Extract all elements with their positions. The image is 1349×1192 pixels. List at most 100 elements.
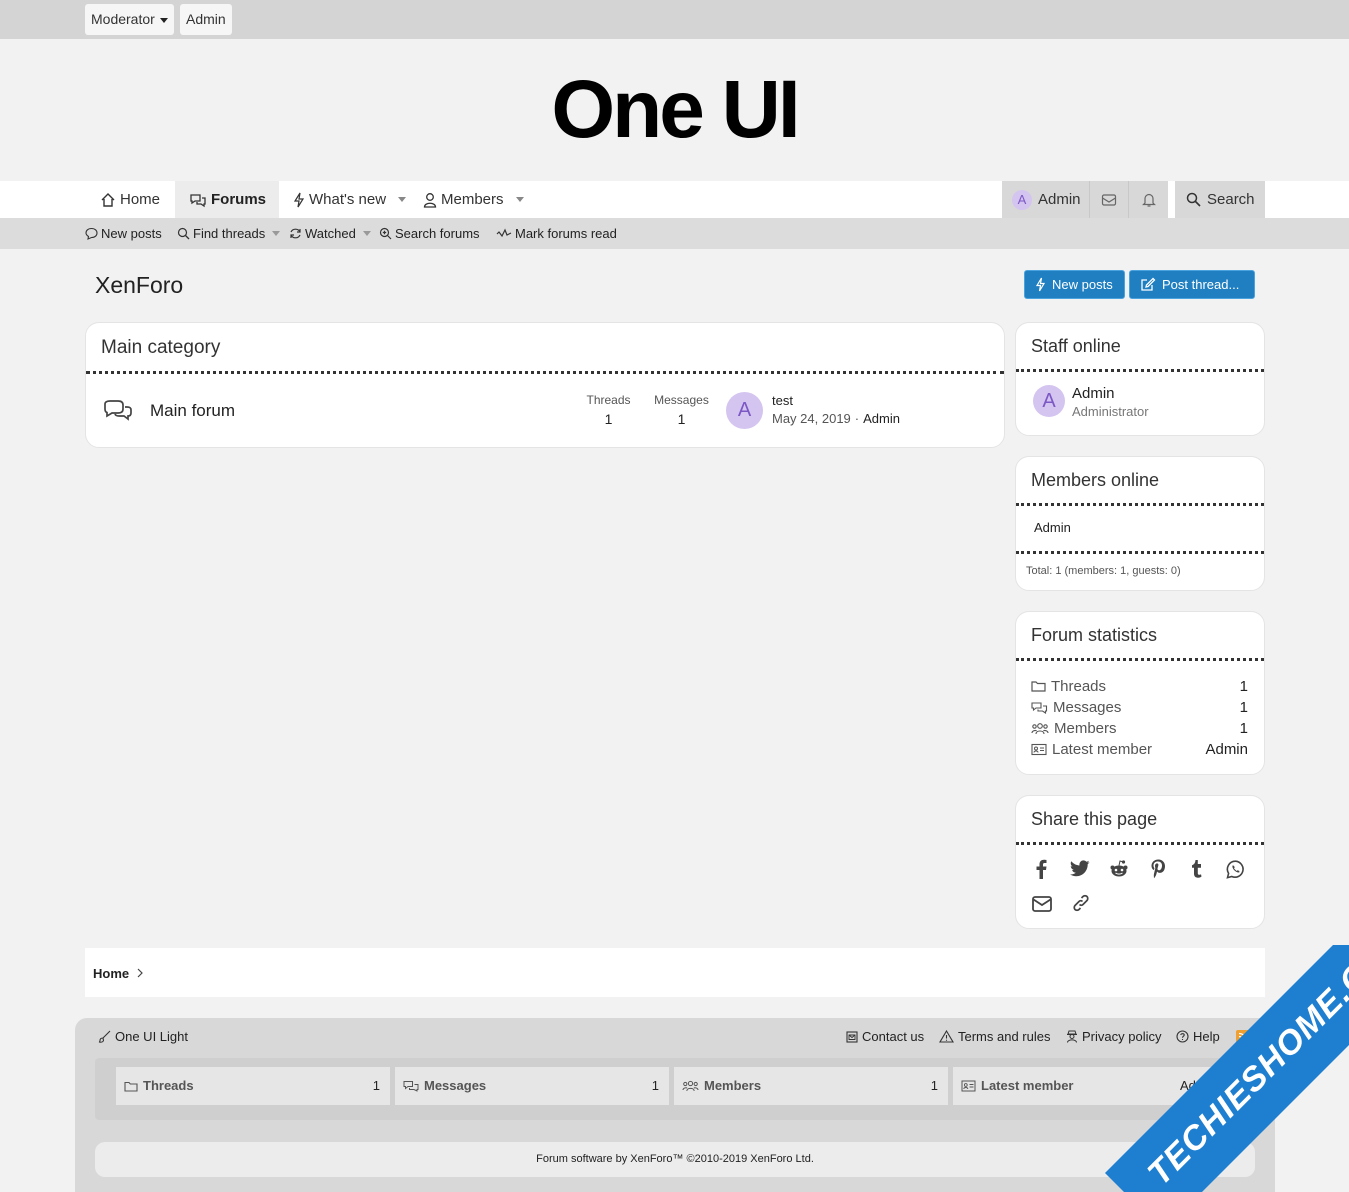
check-wave-icon <box>496 228 512 238</box>
footer-stat-label: Threads <box>143 1078 194 1093</box>
nav-whats-new[interactable]: What's new <box>293 181 407 218</box>
nav-home-label: Home <box>120 191 161 208</box>
stat-label: Threads <box>1051 677 1107 695</box>
home-icon <box>101 192 115 207</box>
folder-icon <box>124 1081 138 1092</box>
nav-members-label: Members <box>441 191 504 208</box>
alerts-button[interactable] <box>1128 181 1168 218</box>
chevron-down-icon[interactable] <box>362 231 371 236</box>
nav-members[interactable]: Members <box>423 181 524 218</box>
category-card: Main category Main forum Threads 1 Messa… <box>85 322 1005 448</box>
footer-stat-label: Messages <box>424 1078 487 1093</box>
post-thread-button[interactable]: Post thread... <box>1129 270 1255 299</box>
divider <box>1016 503 1264 506</box>
footer-stat-messages: Messages 1 <box>395 1067 669 1105</box>
main-nav: Home Forums What's new Members A Admin S… <box>0 181 1349 218</box>
subnav-search-forums[interactable]: Search forums <box>379 218 480 249</box>
account-button[interactable]: A Admin <box>1002 181 1089 218</box>
tumblr-icon[interactable] <box>1190 859 1204 879</box>
divider <box>1016 842 1264 845</box>
stat-label: Members <box>1054 719 1117 737</box>
footer-privacy-link[interactable]: Privacy policy <box>1066 1029 1161 1044</box>
stat-threads: Threads 1 <box>1031 676 1248 696</box>
stat-latest-member: Latest member Admin <box>1031 739 1248 759</box>
users-icon <box>1031 722 1049 734</box>
threads-stat-label: Threads <box>586 393 631 407</box>
avatar[interactable]: A <box>1033 385 1065 417</box>
sub-nav: New posts Find threads Watched Search fo… <box>0 218 1349 249</box>
paint-brush-icon <box>98 1030 111 1043</box>
messages-stat-value: 1 <box>677 411 686 427</box>
latest-member-link[interactable]: Admin <box>1205 741 1248 758</box>
last-post-date[interactable]: May 24, 2019 <box>772 411 851 426</box>
forum-statistics-widget: Forum statistics Threads 1 Messages 1 Me… <box>1015 611 1265 775</box>
pinterest-icon[interactable] <box>1150 859 1166 879</box>
comment-icon <box>85 227 98 240</box>
bell-icon <box>1141 193 1156 207</box>
moderator-label: Moderator <box>91 11 155 27</box>
online-total: Total: 1 (members: 1, guests: 0) <box>1026 565 1181 577</box>
bolt-icon <box>1035 277 1046 292</box>
whatsapp-icon[interactable] <box>1226 860 1245 879</box>
nav-home[interactable]: Home <box>100 181 170 218</box>
footer-terms-link[interactable]: Terms and rules <box>939 1029 1050 1044</box>
online-user-link[interactable]: Admin <box>1034 520 1071 535</box>
inbox-button[interactable] <box>1089 181 1128 218</box>
question-circle-icon <box>1176 1030 1189 1043</box>
nav-forums[interactable]: Forums <box>175 181 279 218</box>
chevron-down-icon <box>159 17 168 23</box>
footer-privacy-label: Privacy policy <box>1082 1029 1162 1044</box>
site-logo[interactable]: One UI <box>0 39 1349 181</box>
divider <box>86 371 1004 374</box>
subnav-new-posts[interactable]: New posts <box>85 218 162 249</box>
chevron-down-icon[interactable] <box>515 197 524 202</box>
search-icon <box>1186 192 1201 207</box>
divider <box>1016 551 1264 554</box>
footer-latest-member-link[interactable]: Admin <box>1180 1067 1217 1105</box>
subnav-mark-read[interactable]: Mark forums read <box>496 218 617 249</box>
forum-title-link[interactable]: Main forum <box>150 401 235 421</box>
subnav-watched[interactable]: Watched <box>289 218 371 249</box>
subnav-new-posts-label: New posts <box>101 226 162 241</box>
last-post-title-link[interactable]: test <box>772 393 793 408</box>
stat-label: Messages <box>1053 698 1122 716</box>
search-button[interactable]: Search <box>1175 181 1265 218</box>
stat-value: 1 <box>1239 677 1248 695</box>
chevron-down-icon[interactable] <box>398 197 407 202</box>
avatar[interactable]: A <box>726 392 763 429</box>
logo-text: One UI <box>551 64 800 155</box>
reddit-icon[interactable] <box>1109 860 1129 878</box>
footer-stat-value: 1 <box>372 1078 380 1093</box>
footer-contact-link[interactable]: Contact us <box>846 1029 924 1044</box>
chevron-down-icon[interactable] <box>272 231 281 236</box>
email-icon[interactable] <box>1032 896 1052 912</box>
comments-icon <box>1031 701 1048 714</box>
style-chooser-link[interactable]: One UI Light <box>98 1029 188 1044</box>
subnav-watched-label: Watched <box>305 226 356 241</box>
breadcrumb-home-link[interactable]: Home <box>93 966 129 981</box>
moderator-menu-button[interactable]: Moderator <box>85 4 174 35</box>
widget-title: Share this page <box>1031 809 1158 829</box>
style-chooser-label: One UI Light <box>115 1029 188 1044</box>
share-page-widget: Share this page <box>1015 795 1265 929</box>
subnav-mark-read-label: Mark forums read <box>515 226 617 241</box>
edit-icon <box>1141 277 1156 291</box>
stat-value: 1 <box>1239 719 1248 737</box>
link-icon[interactable] <box>1071 893 1091 913</box>
footer-help-link[interactable]: Help <box>1176 1029 1220 1044</box>
subnav-find-threads[interactable]: Find threads <box>177 218 281 249</box>
twitter-icon[interactable] <box>1070 860 1090 878</box>
rss-icon[interactable] <box>1236 1030 1250 1044</box>
stat-value: 1 <box>1239 698 1248 716</box>
category-title[interactable]: Main category <box>101 337 220 359</box>
nav-forums-label: Forums <box>211 191 267 208</box>
facebook-icon[interactable] <box>1034 859 1048 879</box>
staff-user-link[interactable]: Admin <box>1072 385 1115 402</box>
sync-icon <box>290 228 301 239</box>
new-posts-button[interactable]: New posts <box>1024 270 1125 299</box>
admin-link-button[interactable]: Admin <box>180 4 232 35</box>
post-thread-button-label: Post thread... <box>1162 277 1240 292</box>
last-post-user-link[interactable]: Admin <box>863 411 900 426</box>
stat-label: Latest member <box>1052 740 1153 758</box>
breadcrumb: Home <box>85 948 1265 997</box>
